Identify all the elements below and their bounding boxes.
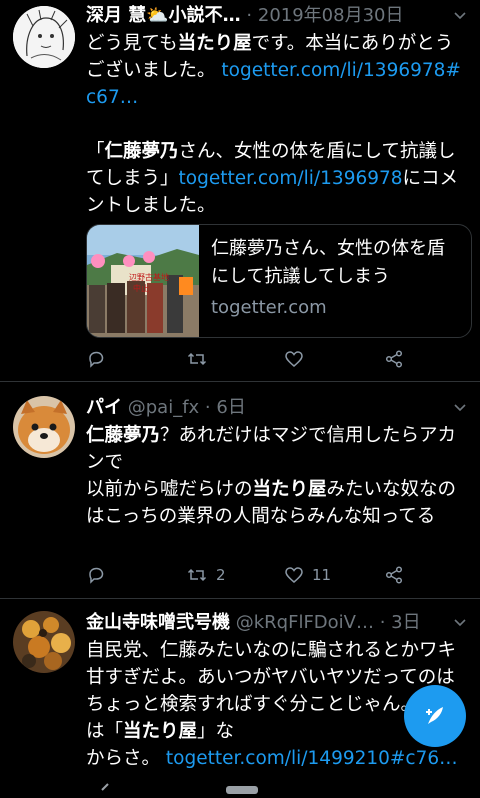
display-name[interactable]: 深月 慧⛅小説不… (86, 5, 241, 26)
retweet-button[interactable] (186, 344, 216, 374)
action-bar: 2 11 (86, 560, 468, 590)
heart-icon (285, 351, 303, 367)
card-domain: togetter.com (211, 297, 327, 318)
heart-icon (285, 567, 303, 583)
timestamp[interactable]: · 2019年08月30日 (246, 5, 403, 26)
card-thumbnail: 辺野古基地 中止 (87, 225, 199, 337)
system-nav-bar (0, 772, 480, 794)
action-bar (86, 344, 468, 374)
chevron-down-icon[interactable] (452, 400, 468, 416)
tweet-header: 金山寺味噌弐号機 @kRqFlFDoiV… · 3日 (86, 609, 468, 637)
handle[interactable]: @pai_fx (128, 397, 199, 418)
retweet-icon (187, 568, 207, 582)
share-icon (385, 350, 403, 368)
retweet-button[interactable]: 2 (186, 560, 226, 590)
highlight-text: 当たり屋 (123, 721, 198, 742)
tweet-1[interactable]: 深月 慧⛅小説不… · 2019年08月30日 どう見ても当たり屋です。本当にあ… (0, 0, 480, 380)
text: 」な (197, 721, 235, 742)
share-icon (385, 566, 403, 584)
avatar-food-image (13, 611, 75, 673)
retweet-count: 2 (216, 566, 226, 584)
like-button[interactable]: 11 (284, 560, 331, 590)
avatar-sketch-image (13, 6, 75, 68)
avatar[interactable] (13, 6, 75, 68)
tweet-text: どう見ても当たり屋です。本当にありがとうございました。 togetter.com… (86, 30, 468, 219)
tweet-2[interactable]: パイ @pai_fx · 6日 仁藤夢乃？あれだけはマジで信用したらアカンで 以… (0, 382, 480, 596)
share-button[interactable] (384, 344, 412, 374)
highlight-text: 仁藤夢乃 (86, 425, 161, 446)
back-icon (101, 783, 109, 791)
reply-icon (89, 567, 104, 584)
display-name[interactable]: 金山寺味噌弐号機 (86, 612, 230, 633)
reply-icon (89, 351, 104, 368)
avatar[interactable] (13, 396, 75, 458)
reply-button[interactable] (86, 560, 114, 590)
like-count: 11 (312, 566, 332, 584)
tweet-3[interactable]: 金山寺味噌弐号機 @kRqFlFDoiV… · 3日 自民党、仁藤みたいなのに騙… (0, 599, 480, 774)
avatar-dog-image (13, 396, 75, 458)
tweet-header: 深月 慧⛅小説不… · 2019年08月30日 (86, 2, 468, 30)
timestamp[interactable]: · 3日 (380, 612, 421, 633)
tweet-header: パイ @pai_fx · 6日 (86, 394, 468, 422)
sign-text: 中止 (133, 283, 149, 293)
compose-tweet-button[interactable] (404, 685, 466, 747)
home-pill-icon (226, 786, 258, 794)
highlight-text: 仁藤夢乃 (104, 141, 179, 162)
card-title: 仁藤夢乃さん、女性の体を盾にして抗議してしまう (211, 238, 445, 287)
link[interactable]: togetter.com/li/1499210#c76… (166, 748, 458, 769)
share-button[interactable] (384, 560, 412, 590)
timestamp[interactable]: · 6日 (205, 397, 246, 418)
reply-button[interactable] (86, 344, 114, 374)
link[interactable]: togetter.com/li/1396978 (179, 168, 403, 189)
retweet-icon (187, 352, 207, 366)
text: 以前から嘘だらけの (86, 479, 253, 500)
text: からさ。 (86, 748, 161, 769)
sign-text: 辺野古基地 (129, 272, 169, 282)
text: 「 (86, 141, 105, 162)
display-name[interactable]: パイ (86, 397, 122, 418)
like-button[interactable] (284, 344, 312, 374)
text: どう見ても (86, 33, 178, 54)
nav-bar-icons (101, 783, 258, 794)
highlight-text: 当たり屋 (252, 479, 327, 500)
chevron-down-icon[interactable] (452, 8, 468, 24)
avatar[interactable] (13, 611, 75, 673)
handle[interactable]: @kRqFlFDoiV… (236, 612, 374, 633)
link-card[interactable]: 辺野古基地 中止 仁藤夢乃さん、女性の体を盾にして抗議してしまう togette… (86, 224, 472, 338)
chevron-down-icon[interactable] (452, 615, 468, 631)
highlight-text: 当たり屋 (177, 33, 252, 54)
compose-feather-icon (426, 707, 443, 724)
tweet-text: 仁藤夢乃？あれだけはマジで信用したらアカンで 以前から嘘だらけの当たり屋みたいな… (86, 422, 468, 530)
